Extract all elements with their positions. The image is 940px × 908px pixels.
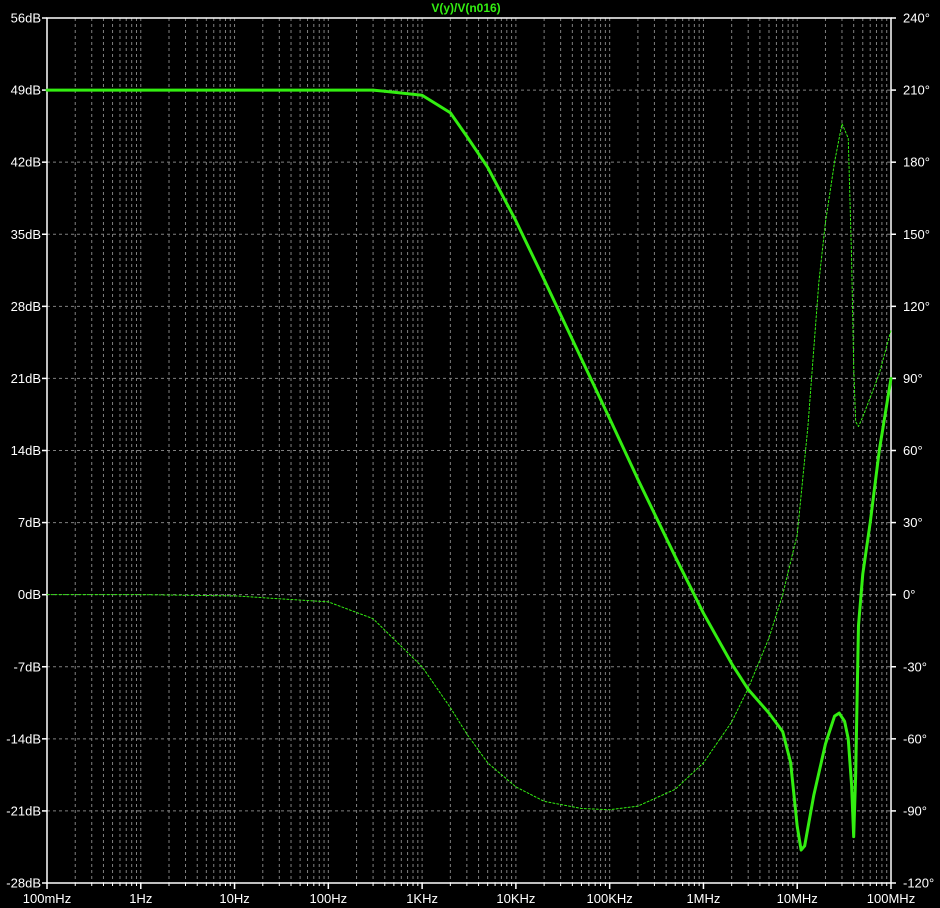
x-tick-label: 100KHz <box>587 891 633 906</box>
y-left-tick-label: 28dB <box>11 299 41 314</box>
y-left-tick-label: -14dB <box>6 731 41 746</box>
x-tick-label: 1KHz <box>406 891 438 906</box>
magnitude-series-line <box>45 88 893 852</box>
x-axis-frequency: 100mHz 1Hz 10Hz 100Hz 1KHz 10KHz 100KHz 1MHz 10M… <box>23 883 915 906</box>
y-right-tick-label: 0° <box>903 587 915 602</box>
x-tick-label: 100MHz <box>867 891 915 906</box>
x-tick-label: 10Hz <box>219 891 249 906</box>
series-layer <box>45 88 893 852</box>
y-left-tick-label: 7dB <box>18 515 41 530</box>
y-axis-right-phase: 240° 210° 180° 150° 120° 90° 60° 30° 0° -30° -60° -… <box>891 11 934 891</box>
y-right-tick-label: 120° <box>903 299 930 314</box>
y-left-tick-label: 0dB <box>18 587 41 602</box>
y-left-tick-label: 35dB <box>11 227 41 242</box>
grid <box>47 18 891 883</box>
y-left-tick-label: 49dB <box>11 83 41 98</box>
chart-title: V(y)/V(n016) <box>431 1 500 15</box>
x-tick-label: 100mHz <box>23 891 71 906</box>
y-right-tick-label: -30° <box>903 659 927 674</box>
x-tick-label: 10KHz <box>496 891 535 906</box>
y-left-tick-label: 56dB <box>11 11 41 26</box>
y-right-tick-label: -90° <box>903 803 927 818</box>
bode-plot: V(y)/V(n016) 56dB 49dB 42dB 35dB 28dB 21dB 14d… <box>6 1 934 906</box>
y-right-tick-label: 90° <box>903 371 923 386</box>
y-right-tick-label: 240° <box>903 11 930 26</box>
y-axis-left-magnitude: 56dB 49dB 42dB 35dB 28dB 21dB 14dB 7dB 0dB -7dB -1… <box>6 11 47 891</box>
y-left-tick-label: -7dB <box>14 659 41 674</box>
x-tick-label: 1Hz <box>129 891 152 906</box>
x-tick-label: 10MHz <box>777 891 818 906</box>
y-right-tick-label: 180° <box>903 155 930 170</box>
y-left-tick-label: -21dB <box>6 803 41 818</box>
y-right-tick-label: 60° <box>903 443 923 458</box>
x-tick-label: 1MHz <box>686 891 720 906</box>
y-right-tick-label: 30° <box>903 515 923 530</box>
y-left-tick-label: 14dB <box>11 443 41 458</box>
y-left-tick-label: 21dB <box>11 371 41 386</box>
x-tick-label: 100Hz <box>310 891 348 906</box>
y-left-tick-label: -28dB <box>6 876 41 891</box>
y-right-tick-label: -120° <box>903 876 934 891</box>
y-right-tick-label: 150° <box>903 227 930 242</box>
y-left-tick-label: 42dB <box>11 155 41 170</box>
y-right-tick-label: -60° <box>903 731 927 746</box>
y-right-tick-label: 210° <box>903 83 930 98</box>
